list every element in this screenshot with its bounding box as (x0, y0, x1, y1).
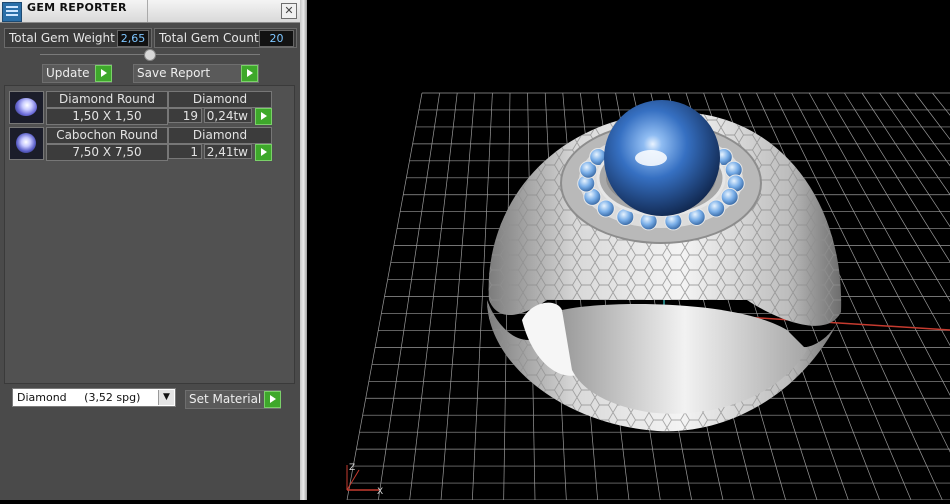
gem-weight: 0,24tw (204, 108, 252, 123)
play-icon[interactable] (95, 65, 112, 82)
gem-shape: Diamond Round (46, 91, 168, 108)
gem-size: 7,50 X 7,50 (46, 144, 168, 161)
3d-viewport[interactable]: X Z (307, 0, 950, 501)
set-material-button[interactable]: Set Material (185, 390, 281, 409)
total-gem-weight-label: Total Gem Weight (9, 31, 115, 45)
axis-z-label: Z (349, 463, 355, 473)
save-report-button[interactable]: Save Report (133, 64, 259, 83)
round-diamond-icon (15, 98, 37, 116)
gem-size: 1,50 X 1,50 (46, 108, 168, 125)
axis-gizmo: X Z (346, 463, 383, 497)
gem-reporter-icon (2, 2, 22, 22)
set-material-button-label: Set Material (189, 392, 262, 406)
gem-material: Diamond (168, 91, 272, 108)
close-icon[interactable]: ✕ (281, 3, 297, 19)
accent-stone (720, 187, 739, 206)
gem-thumbnail (9, 127, 44, 160)
gem-shape: Cabochon Round (46, 127, 168, 144)
gem-list: Diamond Round Diamond 1,50 X 1,50 19 0,2… (4, 85, 295, 384)
gem-thumbnail (9, 91, 44, 124)
chevron-down-icon[interactable]: ▼ (158, 390, 174, 405)
update-button-label: Update (46, 66, 90, 80)
gem-material: Diamond (168, 127, 272, 144)
play-icon[interactable] (264, 391, 281, 408)
window-title: GEM REPORTER (27, 1, 127, 14)
ring-model (487, 100, 842, 432)
title-divider (147, 0, 148, 22)
slider-handle[interactable] (144, 49, 156, 61)
total-gem-count-box: Total Gem Count 20 (154, 28, 297, 48)
gem-count: 19 (168, 108, 202, 123)
title-bar: GEM REPORTER ✕ (0, 0, 300, 23)
gem-weight: 2,41tw (204, 144, 252, 159)
play-icon[interactable] (255, 144, 272, 161)
axis-x-label: X (377, 487, 383, 497)
total-gem-count-value: 20 (259, 30, 294, 47)
material-select[interactable]: Diamond (3,52 spg) ▼ (12, 388, 176, 407)
play-icon[interactable] (241, 65, 258, 82)
total-gem-weight-value: 2,65 (117, 30, 149, 47)
save-report-button-label: Save Report (137, 66, 211, 80)
gem-reporter-panel: GEM REPORTER ✕ Total Gem Weight 2,65 Tot… (0, 0, 300, 500)
gem-row[interactable]: Cabochon Round Diamond 7,50 X 7,50 1 2,4… (9, 127, 272, 161)
gem-row[interactable]: Diamond Round Diamond 1,50 X 1,50 19 0,2… (9, 91, 272, 125)
total-gem-count-label: Total Gem Count (159, 31, 259, 45)
panel-splitter[interactable] (300, 0, 307, 500)
viewport-canvas[interactable]: X Z (307, 0, 950, 501)
play-icon[interactable] (255, 108, 272, 125)
update-button[interactable]: Update (42, 64, 112, 83)
gem-count: 1 (168, 144, 202, 159)
material-select-value: Diamond (3,52 spg) (17, 391, 141, 404)
total-gem-weight-box: Total Gem Weight 2,65 (4, 28, 152, 48)
cabochon-icon (16, 133, 36, 153)
